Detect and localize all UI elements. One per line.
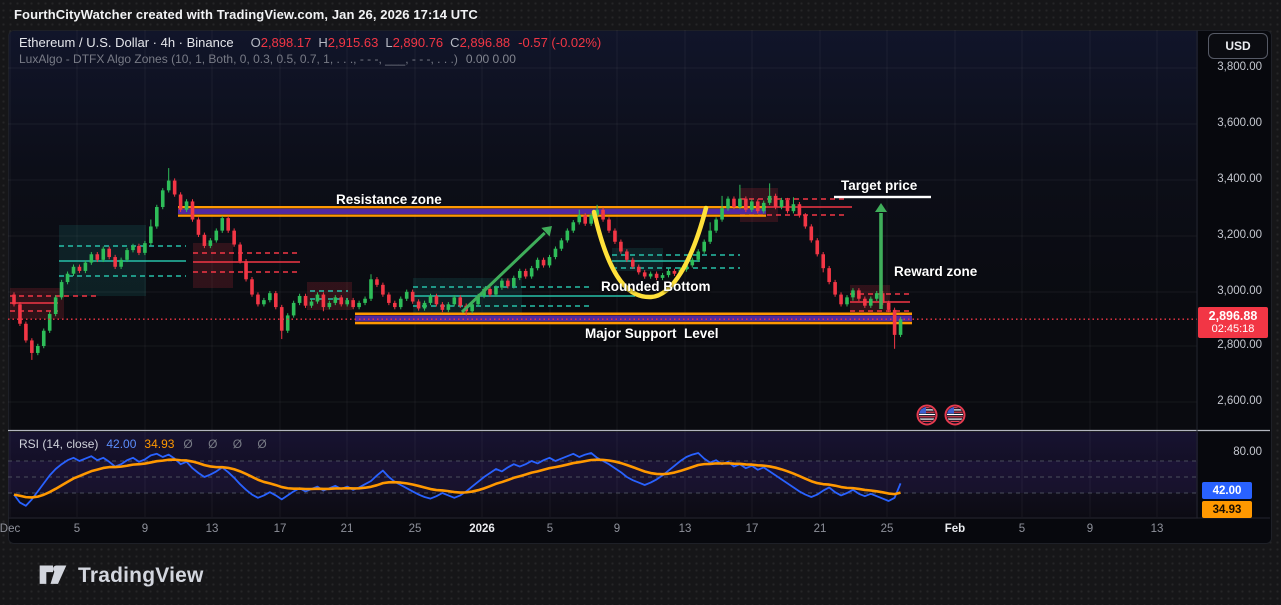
rsi-title[interactable]: RSI (14, close)	[19, 437, 98, 451]
high-value: 2,915.63	[328, 35, 379, 50]
rsi-ma-badge: 34.93	[1202, 501, 1252, 518]
price-axis-label: 3,600.00	[1200, 117, 1262, 129]
low-value: 2,890.76	[393, 35, 444, 50]
currency-toggle-button[interactable]: USD	[1208, 33, 1268, 59]
time-axis-label: 17	[730, 523, 774, 535]
time-axis-label: 5	[528, 523, 572, 535]
high-label: H	[318, 35, 327, 50]
rsi-value: 42.00	[106, 437, 136, 451]
time-axis-label: 25	[865, 523, 909, 535]
target-price-label: Target price	[841, 178, 917, 193]
close-value: 2,896.88	[460, 35, 511, 50]
indicator-header[interactable]: LuxAlgo - DTFX Algo Zones (10, 1, Both, …	[19, 52, 516, 66]
time-axis-label: Dec	[0, 523, 32, 535]
price-axis-label: 3,400.00	[1200, 173, 1262, 185]
time-axis-label: 5	[55, 523, 99, 535]
indicator-values: 0.00 0.00	[466, 52, 516, 66]
time-axis-label: 21	[325, 523, 369, 535]
close-label: C	[450, 35, 459, 50]
price-axis-label: 3,200.00	[1200, 229, 1262, 241]
symbol-header: Ethereum / U.S. Dollar · 4h · BinanceO2,…	[19, 35, 601, 50]
rsi-scale-label: 80.00	[1200, 446, 1262, 458]
symbol-title[interactable]: Ethereum / U.S. Dollar · 4h · Binance	[19, 35, 234, 50]
time-axis-label: 17	[258, 523, 302, 535]
price-axis-label: 3,000.00	[1200, 285, 1262, 297]
time-axis-label: 13	[663, 523, 707, 535]
rsi-ma-value: 34.93	[144, 437, 174, 451]
low-label: L	[385, 35, 392, 50]
reward-zone-label: Reward zone	[894, 264, 977, 279]
rsi-extra-values: Ø Ø Ø Ø	[183, 437, 272, 451]
time-axis-label: 13	[1135, 523, 1179, 535]
time-axis-label: 13	[190, 523, 234, 535]
chart-overlays: Ethereum / U.S. Dollar · 4h · BinanceO2,…	[0, 0, 1281, 605]
current-price: 2,896.88	[1198, 309, 1268, 323]
tradingview-logo-icon	[38, 560, 68, 591]
time-axis-label: 5	[1000, 523, 1044, 535]
price-axis-label: 3,800.00	[1200, 61, 1262, 73]
time-axis-label: 9	[123, 523, 167, 535]
bar-countdown: 02:45:18	[1198, 323, 1268, 336]
price-axis-label: 2,800.00	[1200, 339, 1262, 351]
tradingview-logo[interactable]: TradingView	[38, 560, 204, 591]
change-value: -0.57 (-0.02%)	[518, 35, 601, 50]
time-axis-label: 9	[595, 523, 639, 535]
time-axis-label: 25	[393, 523, 437, 535]
resistance-zone-label: Resistance zone	[336, 192, 442, 207]
major-support-label: Major Support Level	[585, 326, 719, 341]
time-axis-label: 9	[1068, 523, 1112, 535]
time-axis-label: 2026	[460, 523, 504, 535]
price-axis-label: 2,600.00	[1200, 395, 1262, 407]
time-axis-label: 21	[798, 523, 842, 535]
open-label: O	[251, 35, 261, 50]
open-value: 2,898.17	[261, 35, 312, 50]
attribution-text: FourthCityWatcher created with TradingVi…	[14, 7, 478, 22]
indicator-name[interactable]: LuxAlgo - DTFX Algo Zones (10, 1, Both, …	[19, 52, 458, 66]
attribution-bar: FourthCityWatcher created with TradingVi…	[14, 7, 478, 22]
current-price-badge: 2,896.88 02:45:18	[1198, 307, 1268, 338]
rsi-value-badge: 42.00	[1202, 482, 1252, 499]
rounded-bottom-label: Rounded Bottom	[601, 279, 710, 294]
rsi-header[interactable]: RSI (14, close) 42.00 34.93 Ø Ø Ø Ø	[19, 437, 273, 451]
time-axis-label: Feb	[933, 523, 977, 535]
page-background: FourthCityWatcher created with TradingVi…	[0, 0, 1281, 605]
tradingview-logo-text: TradingView	[78, 564, 204, 588]
